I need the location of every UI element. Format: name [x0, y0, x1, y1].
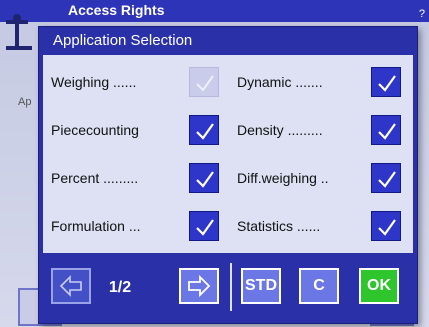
- check-icon: [378, 123, 396, 140]
- app-item-diff-weighing: Diff.weighing ..: [237, 163, 407, 193]
- app-label-dynamic: Dynamic .......: [237, 74, 323, 90]
- app-label-density: Density .........: [237, 122, 323, 138]
- previous-page-button[interactable]: [51, 268, 91, 304]
- app-label-formulation: Formulation ...: [51, 218, 141, 234]
- app-item-statistics: Statistics ......: [237, 211, 407, 241]
- application-list: Weighing ...... Piececounting Percent ..…: [43, 55, 413, 253]
- app-item-density: Density .........: [237, 115, 407, 145]
- formulation-checkbox[interactable]: [189, 211, 219, 241]
- check-icon: [196, 219, 214, 236]
- app-item-percent: Percent .........: [51, 163, 227, 193]
- app-label-statistics: Statistics ......: [237, 218, 321, 234]
- app-item-weighing: Weighing ......: [51, 67, 227, 97]
- density-checkbox[interactable]: [371, 115, 401, 145]
- check-icon: [196, 171, 214, 188]
- arrow-left-icon: [59, 275, 82, 297]
- next-page-button[interactable]: [179, 268, 219, 304]
- app-item-piececounting: Piececounting: [51, 115, 227, 145]
- help-icon: ?: [418, 8, 425, 20]
- background-label: Ap: [18, 96, 32, 108]
- check-icon: [196, 75, 214, 92]
- app-label-piececounting: Piececounting: [51, 122, 139, 138]
- page-indicator: 1/2: [108, 279, 132, 296]
- footer-divider: [230, 263, 232, 311]
- check-icon: [378, 171, 396, 188]
- weighing-checkbox[interactable]: [189, 67, 219, 97]
- app-item-formulation: Formulation ...: [51, 211, 227, 241]
- diff-weighing-checkbox[interactable]: [371, 163, 401, 193]
- piececounting-checkbox[interactable]: [189, 115, 219, 145]
- arrow-right-icon: [188, 274, 211, 298]
- dialog-title: Application Selection: [53, 32, 193, 49]
- background-title: Access Rights: [68, 2, 165, 18]
- std-button[interactable]: STD: [241, 268, 281, 304]
- app-item-dynamic: Dynamic .......: [237, 67, 407, 97]
- app-label-weighing: Weighing ......: [51, 74, 137, 90]
- statistics-checkbox[interactable]: [371, 211, 401, 241]
- ok-button[interactable]: OK: [359, 268, 399, 304]
- percent-checkbox[interactable]: [189, 163, 219, 193]
- cancel-button[interactable]: C: [299, 268, 339, 304]
- background-titlebar: Access Rights ?: [0, 0, 429, 22]
- app-label-percent: Percent .........: [51, 170, 139, 186]
- check-icon: [196, 123, 214, 140]
- dialog-footer: 1/2 STD C OK: [43, 257, 413, 319]
- dynamic-checkbox[interactable]: [371, 67, 401, 97]
- application-selection-dialog: Application Selection Weighing ...... Pi…: [38, 26, 418, 324]
- app-label-diff-weighing: Diff.weighing ..: [237, 170, 329, 186]
- check-icon: [378, 75, 396, 92]
- check-icon: [378, 219, 396, 236]
